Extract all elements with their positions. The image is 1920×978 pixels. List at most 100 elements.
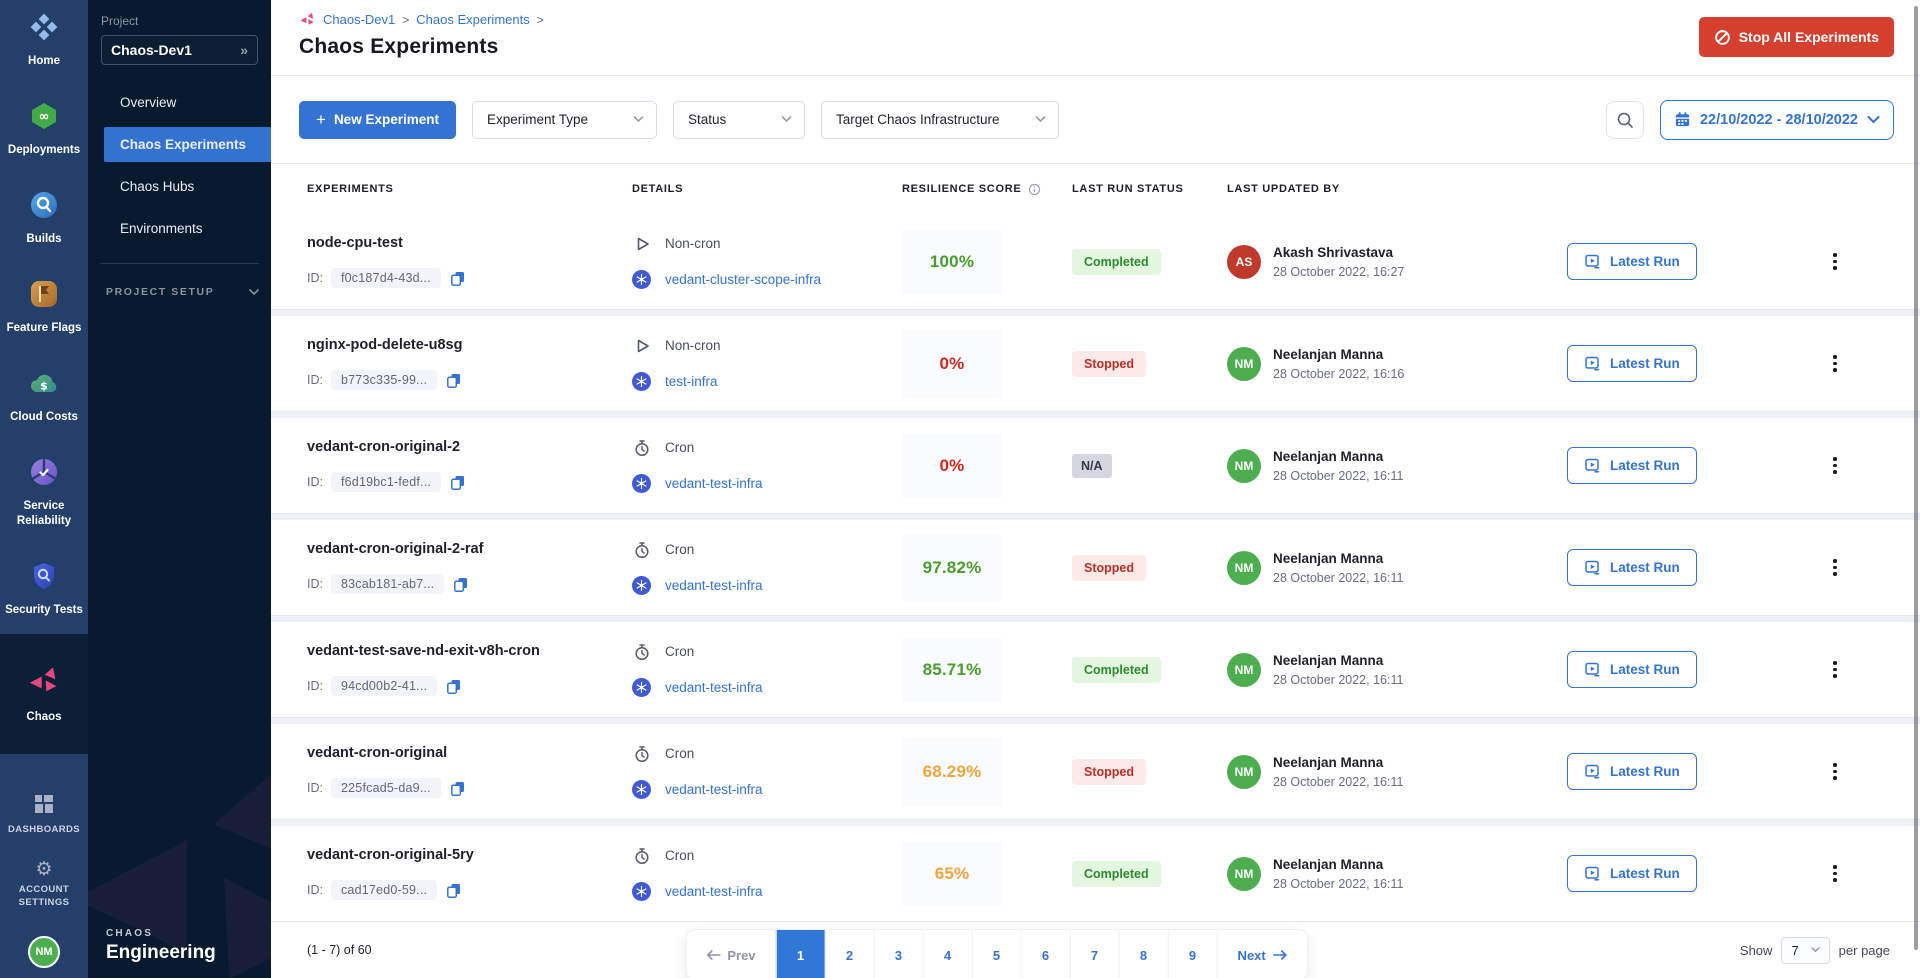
infrastructure-link[interactable]: vedant-test-infra xyxy=(665,884,763,899)
kebab-menu[interactable] xyxy=(1827,247,1843,276)
experiment-name[interactable]: nginx-pod-delete-u8sg xyxy=(307,337,632,353)
date-range-picker[interactable]: 22/10/2022 - 28/10/2022 xyxy=(1660,100,1894,140)
nav-item-builds[interactable]: Builds xyxy=(0,174,88,263)
copy-icon[interactable] xyxy=(449,270,466,287)
breadcrumb-link-project[interactable]: Chaos-Dev1 xyxy=(323,12,395,27)
kebab-menu[interactable] xyxy=(1827,859,1843,888)
nav-item-cloud-costs[interactable]: $ Cloud Costs xyxy=(0,352,88,441)
nav-item-account-settings[interactable]: ⚙ ACCOUNT SETTINGS xyxy=(0,848,88,922)
copy-icon[interactable] xyxy=(445,372,462,389)
experiment-name[interactable]: node-cpu-test xyxy=(307,235,632,251)
latest-run-button[interactable]: Latest Run xyxy=(1567,345,1697,382)
chevron-down-icon xyxy=(633,116,644,123)
experiment-name[interactable]: vedant-test-save-nd-exit-v8h-cron xyxy=(307,643,632,659)
search-button[interactable] xyxy=(1606,101,1644,139)
infrastructure-link[interactable]: vedant-test-infra xyxy=(665,578,763,593)
nav-item-chaos[interactable]: Chaos xyxy=(0,634,88,755)
latest-run-button[interactable]: Latest Run xyxy=(1567,651,1697,688)
page-size-value: 7 xyxy=(1791,943,1798,958)
nav-item-service-reliability[interactable]: Service Reliability xyxy=(0,441,88,545)
status-badge: N/A xyxy=(1072,454,1112,478)
next-page-button[interactable]: Next xyxy=(1217,930,1307,978)
schedule-type: Cron xyxy=(665,746,694,761)
infrastructure-link[interactable]: vedant-test-infra xyxy=(665,782,763,797)
page-button[interactable]: 1 xyxy=(776,930,825,978)
run-report-icon xyxy=(1584,661,1601,678)
service-reliability-icon xyxy=(29,457,59,492)
page-button[interactable]: 9 xyxy=(1168,930,1217,978)
search-icon xyxy=(1616,111,1634,129)
infrastructure-link[interactable]: test-infra xyxy=(665,374,718,389)
nav-item-home[interactable]: Home xyxy=(0,0,88,85)
experiment-name[interactable]: vedant-cron-original-5ry xyxy=(307,847,632,863)
status-badge: Completed xyxy=(1072,249,1161,275)
prev-page-button[interactable]: Prev xyxy=(686,930,775,978)
page-button[interactable]: 6 xyxy=(1021,930,1070,978)
nav-item-feature-flags[interactable]: Feature Flags xyxy=(0,263,88,352)
chevron-down-icon xyxy=(249,289,259,296)
menu-item-overview[interactable]: Overview xyxy=(88,85,271,120)
page-size-select[interactable]: 7 xyxy=(1781,937,1829,964)
status-badge: Completed xyxy=(1072,657,1161,683)
latest-run-button[interactable]: Latest Run xyxy=(1567,753,1697,790)
schedule-type: Cron xyxy=(665,542,694,557)
toolbar: + New Experiment Experiment Type Status … xyxy=(271,76,1920,164)
latest-run-button[interactable]: Latest Run xyxy=(1567,243,1697,280)
id-label: ID: xyxy=(307,373,323,387)
info-icon[interactable] xyxy=(1028,183,1041,196)
copy-icon[interactable] xyxy=(445,882,462,899)
page-button[interactable]: 8 xyxy=(1119,930,1168,978)
infrastructure-link[interactable]: vedant-cluster-scope-infra xyxy=(665,272,821,287)
builds-icon xyxy=(29,190,59,225)
run-report-icon xyxy=(1584,253,1601,270)
kebab-menu[interactable] xyxy=(1827,349,1843,378)
nav-item-dashboards[interactable]: DASHBOARDS xyxy=(6,782,82,849)
copy-icon[interactable] xyxy=(449,474,466,491)
menu-item-chaos-experiments[interactable]: Chaos Experiments xyxy=(104,127,271,162)
pagination-bar: (1 - 7) of 60 Prev 123456789 Next Show 7 xyxy=(271,922,1920,978)
page-button[interactable]: 2 xyxy=(825,930,874,978)
user-avatar[interactable]: NM xyxy=(28,936,60,968)
menu-item-chaos-hubs[interactable]: Chaos Hubs xyxy=(88,169,271,204)
column-header-last-updated-by: LAST UPDATED BY xyxy=(1227,183,1567,195)
nav-item-label: Home xyxy=(28,54,60,69)
kubernetes-infra-icon xyxy=(632,474,651,493)
nav-item-security-tests[interactable]: Security Tests xyxy=(0,545,88,634)
stop-all-experiments-button[interactable]: Stop All Experiments xyxy=(1699,17,1894,57)
project-selector[interactable]: Chaos-Dev1 » xyxy=(101,35,258,65)
page-button[interactable]: 7 xyxy=(1070,930,1119,978)
kebab-menu[interactable] xyxy=(1827,757,1843,786)
experiment-name[interactable]: vedant-cron-original xyxy=(307,745,632,761)
copy-icon[interactable] xyxy=(449,780,466,797)
nav-item-deployments[interactable]: ∞ Deployments xyxy=(0,85,88,174)
avatar: NM xyxy=(1227,653,1261,687)
latest-run-button[interactable]: Latest Run xyxy=(1567,855,1697,892)
new-experiment-button[interactable]: + New Experiment xyxy=(299,101,456,139)
page-button[interactable]: 5 xyxy=(972,930,1021,978)
page-button[interactable]: 4 xyxy=(923,930,972,978)
security-tests-icon xyxy=(29,561,59,596)
latest-run-button[interactable]: Latest Run xyxy=(1567,549,1697,586)
breadcrumb-link-experiments[interactable]: Chaos Experiments xyxy=(416,12,529,27)
project-setup-toggle[interactable]: PROJECT SETUP xyxy=(106,286,259,298)
vertical-scrollbar[interactable] xyxy=(1914,6,1918,950)
page-button[interactable]: 3 xyxy=(874,930,923,978)
menu-item-environments[interactable]: Environments xyxy=(88,211,271,246)
status-filter[interactable]: Status xyxy=(673,101,805,139)
latest-run-label: Latest Run xyxy=(1610,866,1680,881)
copy-icon[interactable] xyxy=(452,576,469,593)
copy-icon[interactable] xyxy=(445,678,462,695)
target-infrastructure-filter[interactable]: Target Chaos Infrastructure xyxy=(821,101,1059,139)
experiment-name[interactable]: vedant-cron-original-2 xyxy=(307,439,632,455)
experiment-type-filter[interactable]: Experiment Type xyxy=(472,101,657,139)
experiment-name[interactable]: vedant-cron-original-2-raf xyxy=(307,541,632,557)
latest-run-button[interactable]: Latest Run xyxy=(1567,447,1697,484)
chevron-down-icon xyxy=(781,116,792,123)
rail-bottom-section: DASHBOARDS ⚙ ACCOUNT SETTINGS NM xyxy=(0,782,88,978)
kebab-menu[interactable] xyxy=(1827,451,1843,480)
kebab-menu[interactable] xyxy=(1827,655,1843,684)
run-report-icon xyxy=(1584,865,1601,882)
infrastructure-link[interactable]: vedant-test-infra xyxy=(665,680,763,695)
infrastructure-link[interactable]: vedant-test-infra xyxy=(665,476,763,491)
kebab-menu[interactable] xyxy=(1827,553,1843,582)
